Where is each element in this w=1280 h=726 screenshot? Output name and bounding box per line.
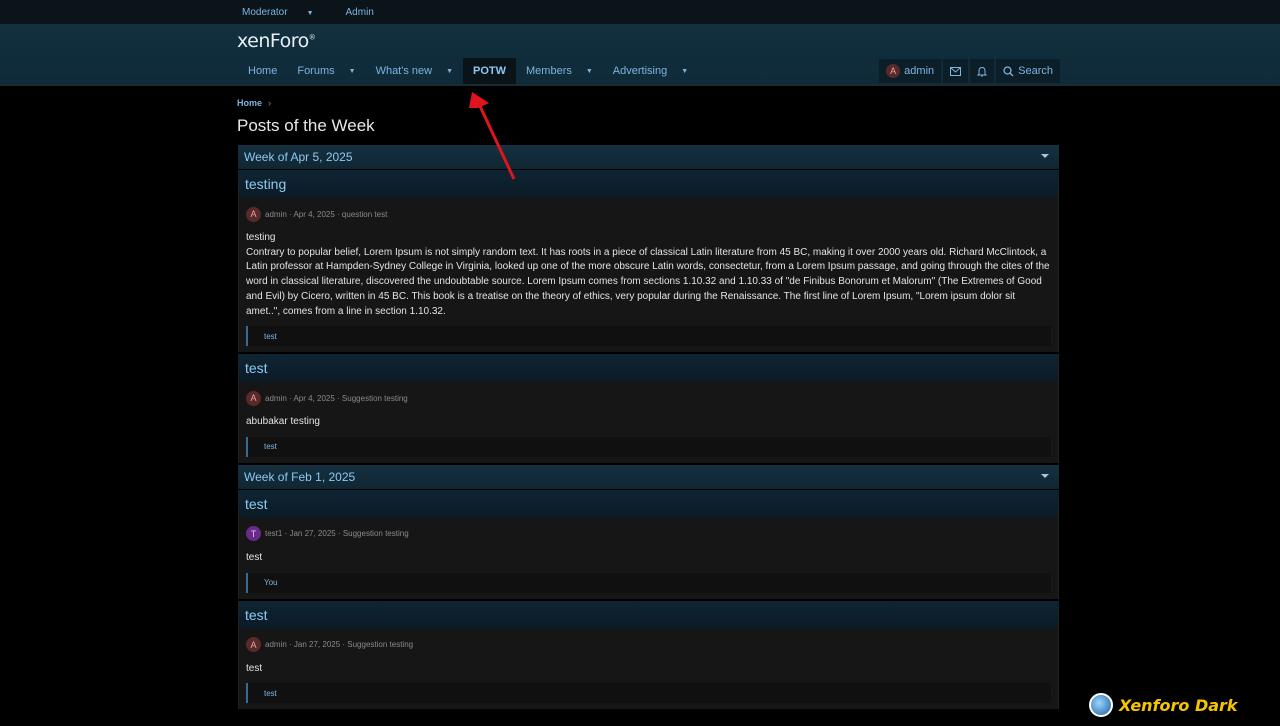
week-header[interactable]: Week of Apr 5, 2025 — [238, 145, 1059, 169]
alerts-button[interactable] — [970, 59, 995, 83]
staff-bar: Moderator ▼ Admin — [0, 0, 1280, 24]
week-label: Week of Apr 5, 2025 — [244, 150, 353, 164]
nav-tab-label: Advertising — [612, 65, 668, 77]
post-card: test A admin · Jan 27, 2025 · Suggestion… — [238, 600, 1059, 710]
post-card: test A admin · Apr 4, 2025 · Suggestion … — [238, 354, 1059, 463]
post-meta: A admin · Apr 4, 2025 · question test — [239, 198, 1058, 222]
nav-tab-label: Forums — [297, 65, 335, 77]
admin-link[interactable]: Admin — [346, 7, 374, 18]
main-nav: Home Forums ▼ What's new ▼ POTW Members ▼ A… — [238, 58, 698, 84]
post-padding — [239, 346, 1058, 352]
watermark: Xenforo Dark — [1089, 693, 1238, 717]
search-icon — [1003, 65, 1014, 76]
nav-tab-advertising[interactable]: Advertising ▼ — [603, 58, 698, 84]
chevron-down-icon: ▼ — [306, 9, 314, 17]
nav-tab-whats-new[interactable]: What's new ▼ — [366, 58, 463, 84]
nav-tab-forums[interactable]: Forums ▼ — [287, 58, 365, 84]
reply-quote: test — [246, 436, 1051, 457]
envelope-icon — [950, 66, 962, 76]
search-button[interactable]: Search — [996, 59, 1060, 83]
post-body-title: test — [246, 551, 263, 563]
post-meta: A admin · Jan 27, 2025 · Suggestion test… — [239, 629, 1058, 653]
logo-text: xenForo — [237, 30, 309, 52]
chevron-down-icon[interactable]: ▼ — [349, 68, 356, 75]
breadcrumb-home[interactable]: Home — [237, 98, 262, 108]
nav-tab-potw[interactable]: POTW — [463, 58, 517, 84]
week-label: Week of Feb 1, 2025 — [244, 469, 356, 484]
post-card: test T test1 · Jan 27, 2025 · Suggestion… — [238, 489, 1059, 599]
chevron-down-icon[interactable]: ▼ — [681, 68, 688, 75]
username: admin — [904, 65, 935, 77]
site-header: xenForo® Home Forums ▼ What's new ▼ POTW M… — [0, 24, 1280, 86]
avatar[interactable]: A — [246, 390, 261, 406]
post-body: test — [239, 542, 1058, 566]
post-meta-text: test1 · Jan 27, 2025 · Suggestion testin… — [265, 529, 409, 539]
post-padding — [239, 593, 1058, 599]
post-padding — [239, 703, 1058, 709]
post-meta-text: admin · Apr 4, 2025 · Suggestion testing — [265, 393, 408, 403]
potw-list: Week of Apr 5, 2025 testing A admin · Ap… — [238, 145, 1059, 711]
nav-tab-label: Home — [248, 65, 278, 77]
post-title[interactable]: test — [239, 600, 1058, 629]
site-logo[interactable]: xenForo® — [237, 30, 316, 52]
breadcrumb: Home › — [237, 98, 271, 108]
nav-tab-home[interactable]: Home — [238, 58, 287, 84]
trademark-icon: ® — [308, 33, 316, 42]
post-body: testing Contrary to popular belief, Lore… — [239, 222, 1058, 319]
nav-tab-label: What's new — [375, 65, 433, 77]
user-nav: A admin Search — [877, 58, 1060, 84]
nav-tab-members[interactable]: Members ▼ — [516, 58, 603, 84]
post-padding — [239, 457, 1058, 463]
post-title[interactable]: test — [239, 489, 1058, 518]
post-body-title: test — [246, 662, 263, 674]
post-body: abubakar testing — [239, 406, 1058, 430]
reply-quote: You — [246, 572, 1051, 593]
chevron-down-icon[interactable]: ▼ — [446, 68, 453, 75]
search-label: Search — [1018, 65, 1053, 77]
moderator-menu[interactable]: Moderator ▼ — [242, 7, 330, 18]
globe-icon — [1089, 693, 1113, 717]
avatar[interactable]: A — [246, 637, 261, 653]
collapse-toggle-icon[interactable] — [1041, 154, 1049, 158]
post-body-title: testing — [246, 232, 276, 243]
bell-icon — [977, 66, 988, 77]
post-card: testing A admin · Apr 4, 2025 · question… — [238, 170, 1059, 353]
week-header[interactable]: Week of Feb 1, 2025 — [238, 464, 1059, 489]
post-meta-text: admin · Apr 4, 2025 · question test — [265, 209, 388, 219]
nav-tab-label: POTW — [473, 65, 507, 77]
account-menu[interactable]: A admin — [879, 59, 942, 83]
chevron-down-icon[interactable]: ▼ — [586, 68, 593, 75]
reply-quote: test — [246, 326, 1051, 347]
avatar[interactable]: T — [246, 526, 261, 542]
collapse-toggle-icon[interactable] — [1041, 473, 1049, 478]
arrow-head — [469, 92, 489, 108]
inbox-button[interactable] — [943, 59, 969, 83]
reply-quote: test — [246, 683, 1051, 704]
post-body: test — [239, 653, 1058, 677]
post-meta: T test1 · Jan 27, 2025 · Suggestion test… — [239, 518, 1058, 542]
post-body-text: Contrary to popular belief, Lorem Ipsum … — [246, 246, 1050, 317]
post-title[interactable]: test — [239, 354, 1058, 383]
chevron-right-icon: › — [268, 98, 272, 108]
moderator-label: Moderator — [242, 6, 288, 18]
avatar: A — [886, 64, 901, 78]
post-body-title: abubakar testing — [246, 416, 320, 428]
post-title[interactable]: testing — [239, 170, 1058, 198]
nav-tab-label: Members — [526, 65, 572, 77]
avatar[interactable]: A — [246, 206, 261, 222]
watermark-text: Xenforo Dark — [1119, 695, 1238, 715]
post-meta: A admin · Apr 4, 2025 · Suggestion testi… — [239, 382, 1058, 406]
post-meta-text: admin · Jan 27, 2025 · Suggestion testin… — [265, 640, 414, 650]
page-title: Posts of the Week — [237, 116, 375, 135]
